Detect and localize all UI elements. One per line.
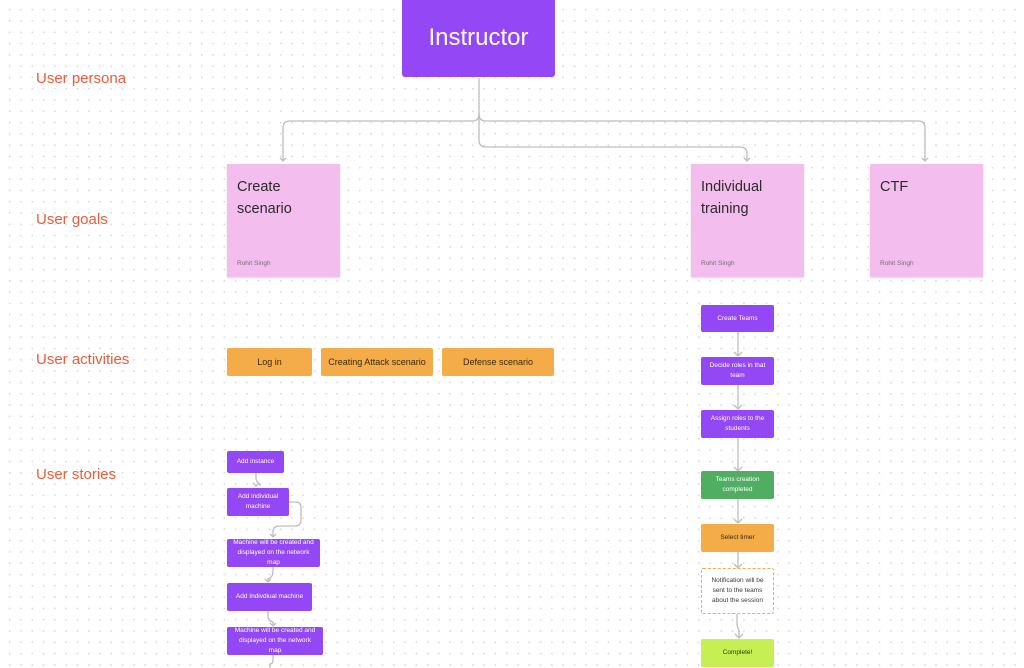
row-label-goals: User goals (36, 211, 108, 228)
arrow-head (269, 533, 277, 538)
connector-story-1-2 (255, 473, 261, 486)
arrow-head (734, 633, 744, 639)
arrow-head (733, 404, 743, 410)
goal-author: Rohit Singh (237, 260, 271, 267)
goal-author: Rohit Singh (880, 260, 914, 267)
activity-defense-scenario[interactable]: Defense scenario (442, 348, 554, 376)
goal-title: Create scenario (237, 179, 292, 217)
story-notification-sent[interactable]: Notification will be sent to the teams a… (701, 568, 774, 614)
arrow-head (733, 351, 743, 357)
row-label-stories: User stories (36, 466, 117, 483)
story-machine-created-2[interactable]: Machine will be created and displayed on… (227, 627, 323, 655)
arrow-head (279, 157, 287, 162)
connector-story-5-next (269, 655, 274, 668)
goal-author: Rohit Singh (701, 260, 735, 267)
connector-team-6-7 (736, 614, 740, 638)
connector-persona-to-ctf (478, 113, 926, 161)
connector-persona-to-individual-training (478, 114, 748, 161)
story-select-timer[interactable]: Select timer (701, 524, 774, 552)
story-assign-roles[interactable]: Assign roles to the students (701, 410, 774, 438)
connector-story-4-5 (267, 611, 274, 626)
story-add-individual-machine[interactable]: Add individual machine (227, 488, 289, 516)
story-machine-created[interactable]: Machine will be created and displayed on… (227, 539, 320, 567)
connector-story-3-4 (267, 567, 274, 582)
arrow-head (252, 482, 260, 487)
row-label-persona: User persona (36, 70, 127, 87)
connector-layer (252, 78, 929, 668)
activity-creating-attack-scenario[interactable]: Creating Attack scenario (321, 348, 433, 376)
story-teams-creation-completed[interactable]: Teams creation completed (701, 471, 774, 499)
row-label-activities: User activities (36, 351, 130, 368)
story-complete[interactable]: Complete! (701, 639, 774, 667)
goal-sticky-ctf[interactable]: CTF Rohit Singh (870, 164, 983, 277)
goal-sticky-individual-training[interactable]: Individual training Rohit Singh (691, 164, 804, 277)
arrow-head (264, 578, 272, 583)
goal-title: CTF (880, 179, 909, 195)
story-add-individual-machine-2[interactable]: Add Indivdiual machine (227, 583, 312, 611)
connector-persona-to-create-scenario (282, 78, 480, 161)
story-create-teams[interactable]: Create Teams (701, 305, 774, 332)
story-decide-roles[interactable]: Decide roles in that team (701, 357, 774, 385)
arrow-head (733, 518, 743, 524)
goal-sticky-create-scenario[interactable]: Create scenario Rohit Singh (227, 164, 340, 277)
story-add-instance[interactable]: Add instance (227, 451, 284, 473)
activity-log-in[interactable]: Log in (227, 348, 312, 376)
arrow-head (743, 157, 751, 162)
persona-card-instructor[interactable]: Instructor (402, 0, 555, 77)
arrow-head (921, 157, 929, 162)
goal-title: Individual training (701, 179, 763, 217)
